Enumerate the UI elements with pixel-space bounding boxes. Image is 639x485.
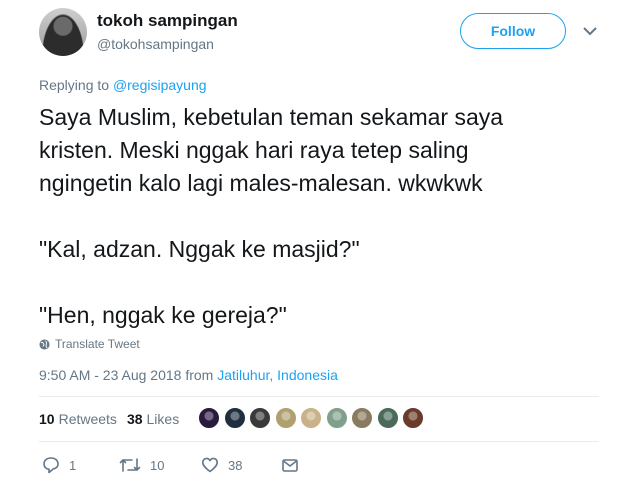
timestamp-time-date[interactable]: 9:50 AM - 23 Aug 2018 from bbox=[39, 367, 213, 383]
liker-avatar[interactable] bbox=[351, 407, 373, 429]
user-handle[interactable]: @tokohsampingan bbox=[97, 36, 214, 52]
tweet-text: Saya Muslim, kebetulan teman sekamar say… bbox=[39, 101, 599, 332]
envelope-icon bbox=[282, 459, 298, 472]
tweet-text-line: ngingetin kalo lagi males-malesan. wkwkw… bbox=[39, 170, 483, 196]
liker-avatar[interactable] bbox=[376, 407, 399, 429]
heart-icon bbox=[202, 457, 218, 473]
reply-context: Replying to @regisipayung bbox=[39, 77, 207, 93]
tweet-card: tokoh sampingan @tokohsampingan Follow R… bbox=[0, 0, 639, 485]
likes-label: Likes bbox=[146, 411, 180, 427]
retweets-label: Retweets bbox=[58, 411, 117, 427]
tweet-text-line: kristen. Meski nggak hari raya tetep sal… bbox=[39, 137, 469, 163]
direct-message-button[interactable] bbox=[281, 456, 308, 474]
reply-mention-link[interactable]: @regisipayung bbox=[113, 77, 207, 93]
chevron-down-icon[interactable] bbox=[582, 24, 598, 38]
reply-count: 1 bbox=[69, 457, 77, 473]
likes-stat[interactable]: 38 Likes bbox=[127, 411, 179, 427]
tweet-text-line: Saya Muslim, kebetulan teman sekamar say… bbox=[39, 104, 504, 130]
translate-tweet-link[interactable]: Translate Tweet bbox=[39, 337, 140, 351]
tweet-timestamp: 9:50 AM - 23 Aug 2018 from Jatiluhur, In… bbox=[39, 367, 338, 383]
location-link[interactable]: Jatiluhur, Indonesia bbox=[217, 367, 338, 383]
retweet-button[interactable]: 10 bbox=[119, 456, 164, 474]
follow-button[interactable]: Follow bbox=[460, 13, 566, 49]
tweet-text-line: "Kal, adzan. Nggak ke masjid?" bbox=[39, 236, 360, 262]
retweets-stat[interactable]: 10 Retweets bbox=[39, 411, 117, 427]
liker-avatar[interactable] bbox=[300, 407, 322, 429]
retweet-count: 10 bbox=[150, 457, 165, 473]
tweet-text-spacer bbox=[39, 266, 599, 299]
user-display-name[interactable]: tokoh sampingan bbox=[97, 11, 238, 31]
tweet-stats: 10 Retweets 38 Likes bbox=[39, 411, 189, 427]
liker-avatar[interactable] bbox=[223, 407, 246, 429]
translate-label: Translate Tweet bbox=[55, 337, 140, 351]
tweet-text-spacer bbox=[39, 200, 599, 233]
likes-count: 38 bbox=[126, 411, 143, 427]
like-count: 38 bbox=[228, 457, 243, 473]
like-button[interactable]: 38 bbox=[201, 456, 242, 474]
reply-icon bbox=[43, 457, 59, 474]
globe-icon bbox=[39, 338, 50, 350]
reply-context-prefix: Replying to bbox=[39, 77, 110, 93]
tweet-text-line: "Hen, nggak ke gereja?" bbox=[39, 302, 287, 328]
liker-avatar[interactable] bbox=[198, 407, 220, 429]
liker-avatar[interactable] bbox=[402, 407, 424, 429]
liker-avatar[interactable] bbox=[325, 407, 348, 429]
divider bbox=[39, 441, 599, 442]
retweet-icon bbox=[119, 458, 141, 472]
liker-avatar[interactable] bbox=[274, 407, 297, 429]
user-avatar[interactable] bbox=[39, 8, 87, 56]
divider bbox=[39, 396, 599, 397]
liker-avatar[interactable] bbox=[249, 407, 271, 429]
retweets-count: 10 bbox=[39, 411, 55, 427]
tweet-actions: 1 10 38 bbox=[39, 456, 339, 478]
liker-avatars bbox=[198, 407, 428, 429]
reply-button[interactable]: 1 bbox=[42, 456, 76, 474]
